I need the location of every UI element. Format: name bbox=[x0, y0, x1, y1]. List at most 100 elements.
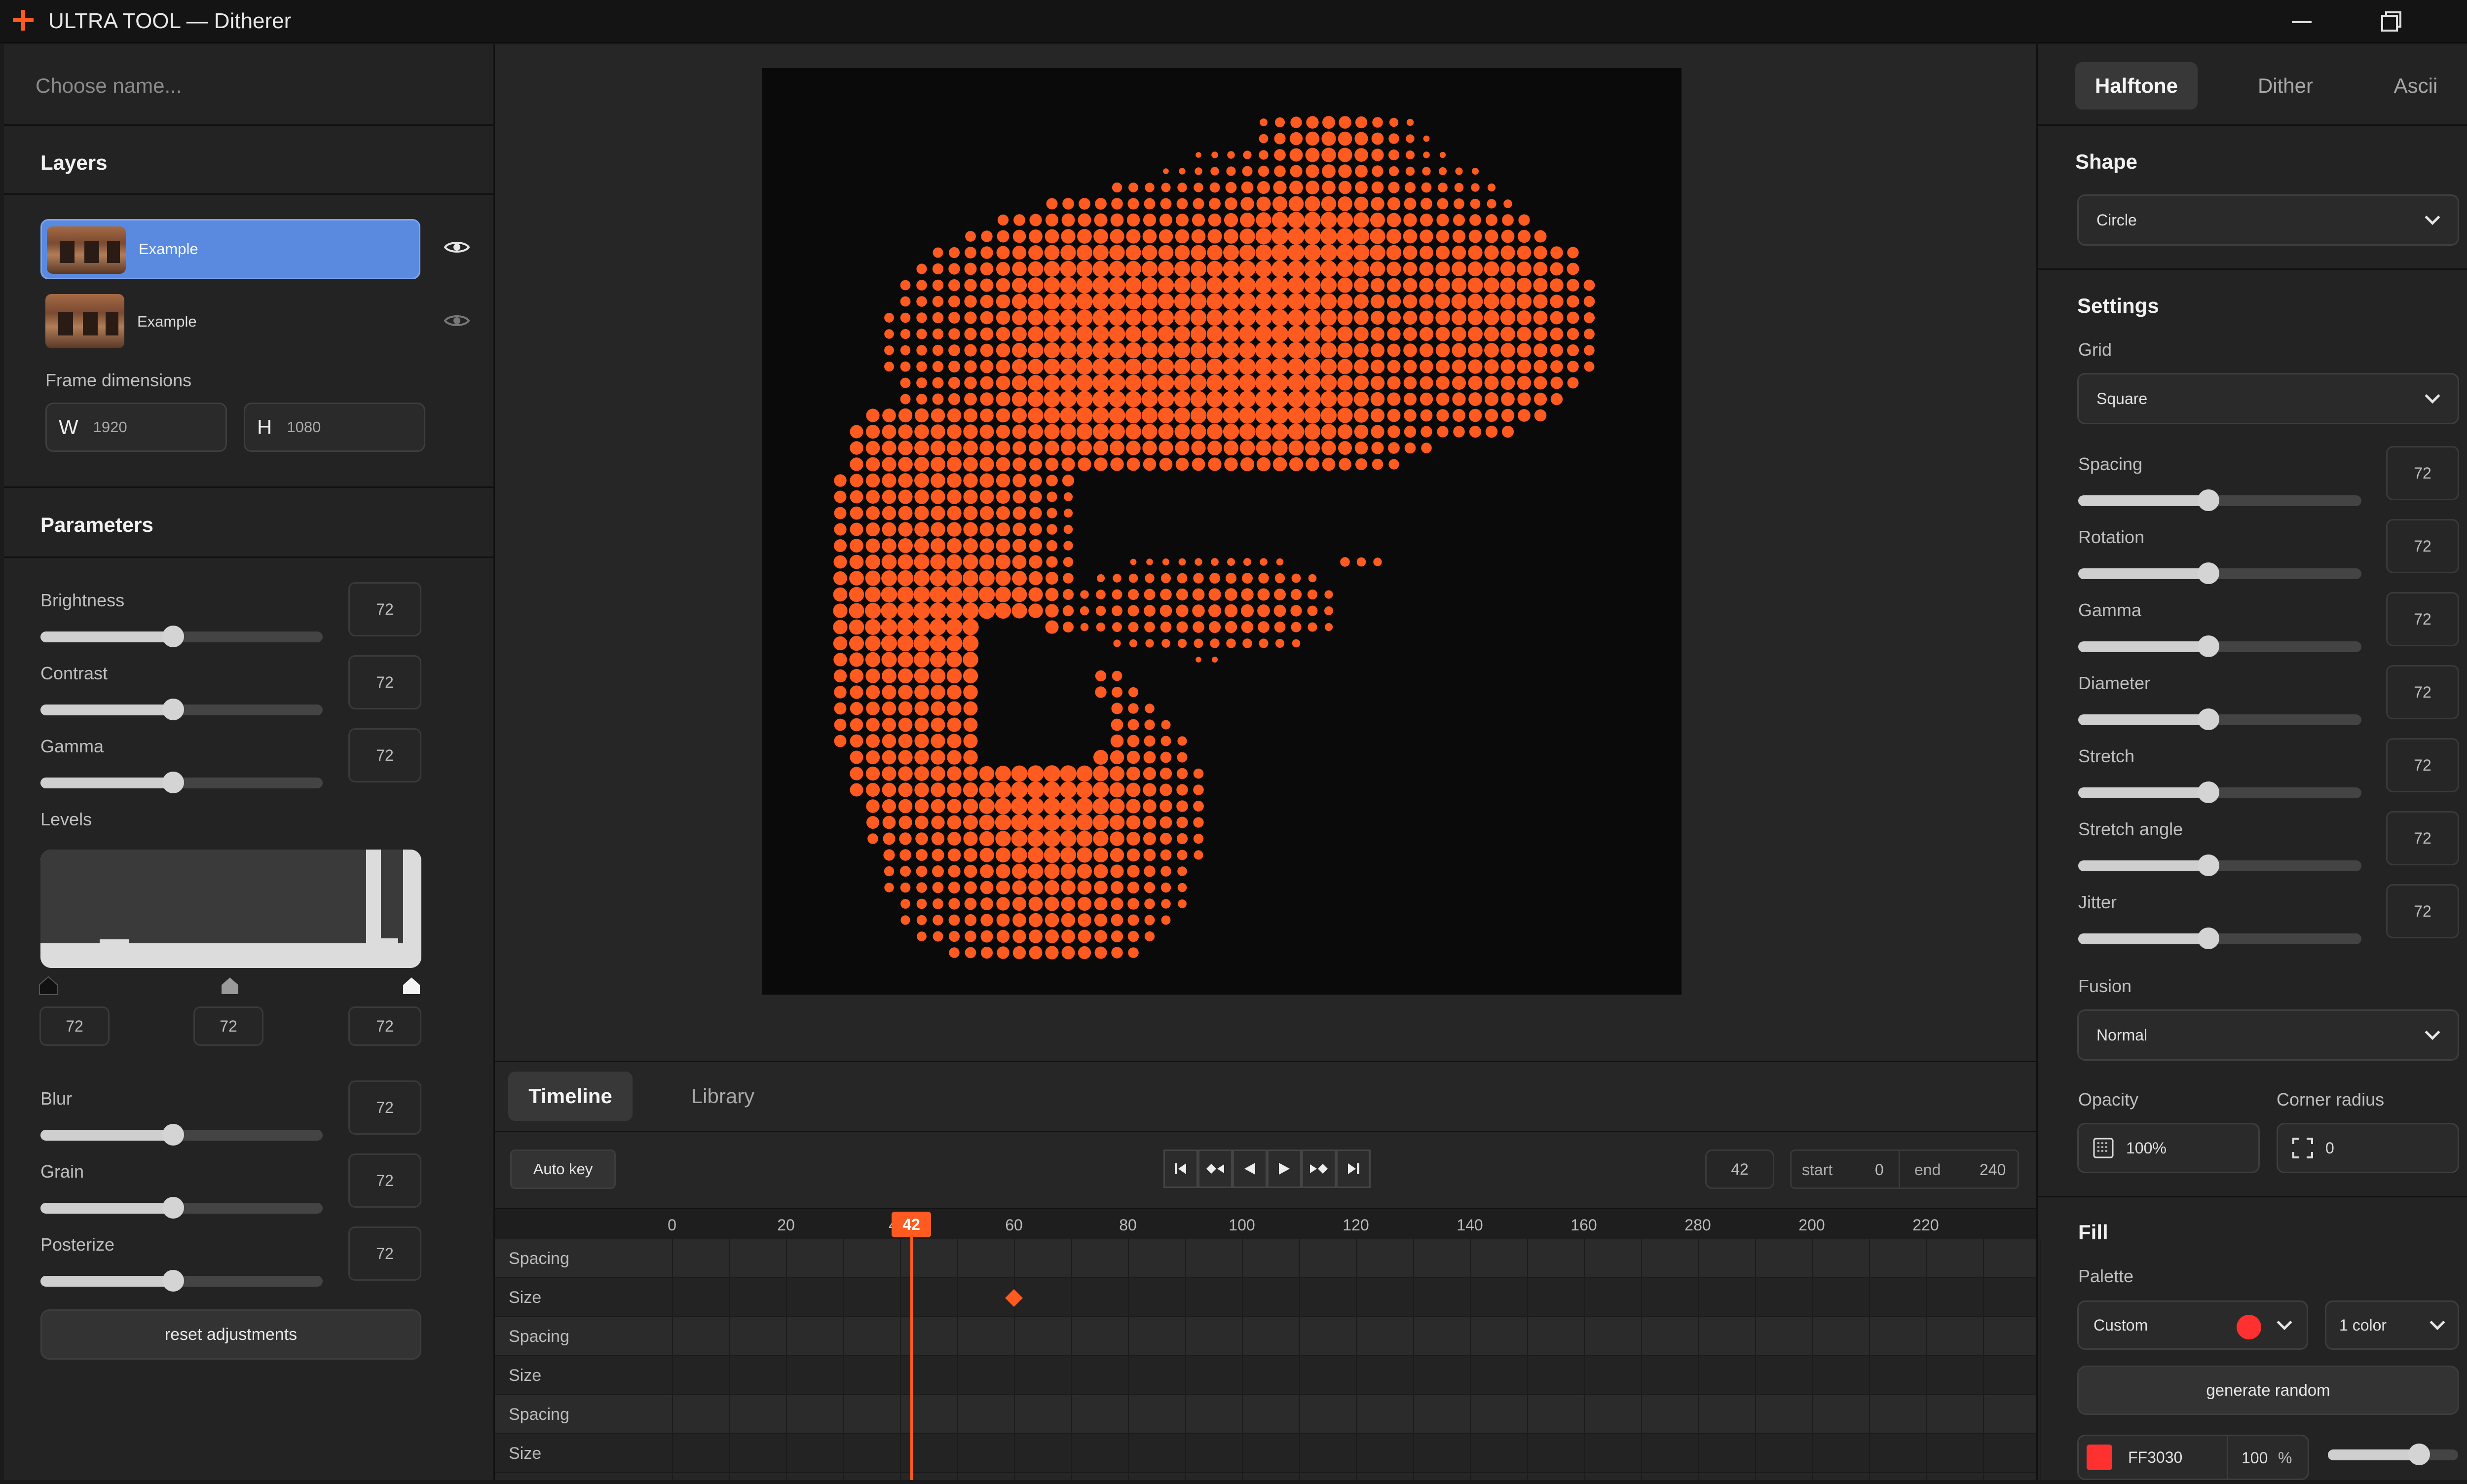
param-value-input[interactable]: 72 bbox=[348, 655, 421, 709]
track-row[interactable]: Spacing bbox=[495, 1317, 2036, 1356]
slider-thumb[interactable] bbox=[162, 626, 184, 647]
slider-thumb[interactable] bbox=[162, 1124, 184, 1146]
skip-start-button[interactable] bbox=[1163, 1150, 1198, 1188]
slider-thumb[interactable] bbox=[162, 699, 184, 720]
playhead-line[interactable] bbox=[910, 1212, 913, 1480]
track-row[interactable]: Spacing bbox=[495, 1395, 2036, 1434]
param-value-input[interactable]: 72 bbox=[348, 728, 421, 782]
halftone-dot bbox=[979, 489, 994, 504]
slider-thumb[interactable] bbox=[2198, 854, 2220, 876]
param-slider[interactable] bbox=[2078, 562, 2361, 584]
halftone-dot bbox=[1305, 131, 1320, 146]
param-slider[interactable] bbox=[40, 1197, 323, 1219]
reset-adjustments-button[interactable]: reset adjustments bbox=[40, 1309, 421, 1360]
color-swatch-row[interactable]: FF3030 100 % bbox=[2077, 1435, 2309, 1480]
param-slider[interactable] bbox=[40, 772, 323, 793]
slider-thumb[interactable] bbox=[2198, 781, 2220, 803]
tab-halftone[interactable]: Halftone bbox=[2075, 62, 2198, 110]
param-value-input[interactable]: 72 bbox=[348, 582, 421, 636]
param-value-input[interactable]: 72 bbox=[2386, 519, 2459, 573]
track-row[interactable]: Size bbox=[495, 1434, 2036, 1473]
height-field[interactable]: H 1080 bbox=[244, 403, 425, 452]
eye-hidden-icon[interactable] bbox=[444, 312, 470, 329]
param-value-input[interactable]: 72 bbox=[348, 1153, 421, 1208]
track-row[interactable]: Size bbox=[495, 1356, 2036, 1395]
param-slider[interactable] bbox=[2078, 708, 2361, 730]
playhead-label[interactable]: 42 bbox=[892, 1212, 932, 1237]
auto-key-button[interactable]: Auto key bbox=[510, 1150, 616, 1189]
skip-end-button[interactable] bbox=[1336, 1150, 1371, 1188]
layer-item-selected[interactable]: Example bbox=[40, 219, 420, 279]
minimize-button[interactable] bbox=[2265, 5, 2339, 39]
shape-select[interactable]: Circle bbox=[2077, 194, 2459, 246]
param-slider[interactable] bbox=[40, 626, 323, 647]
param-value-input[interactable]: 72 bbox=[2386, 446, 2459, 500]
param-value-input[interactable]: 72 bbox=[2386, 884, 2459, 938]
slider-thumb[interactable] bbox=[2198, 635, 2220, 657]
eye-icon[interactable] bbox=[444, 239, 470, 256]
color-swatch[interactable] bbox=[2087, 1445, 2112, 1470]
tab-dither[interactable]: Dither bbox=[2230, 62, 2341, 110]
levels-mid-handle[interactable] bbox=[220, 976, 240, 996]
corner-radius-input[interactable]: 0 bbox=[2277, 1123, 2459, 1173]
param-slider[interactable] bbox=[40, 1270, 323, 1292]
restore-button[interactable] bbox=[2354, 5, 2428, 39]
param-value-input[interactable]: 72 bbox=[348, 1080, 421, 1135]
keyframe-diamond[interactable] bbox=[1003, 1287, 1025, 1309]
current-frame-input[interactable]: 42 bbox=[1705, 1150, 1774, 1189]
halftone-dot bbox=[931, 750, 945, 765]
param-value-input[interactable]: 72 bbox=[2386, 592, 2459, 646]
slider-thumb[interactable] bbox=[2198, 708, 2220, 730]
layer-item[interactable]: Example bbox=[40, 292, 420, 351]
param-slider[interactable] bbox=[2078, 635, 2361, 657]
slider-thumb[interactable] bbox=[162, 772, 184, 793]
param-value-input[interactable]: 72 bbox=[2386, 811, 2459, 865]
color-count-select[interactable]: 1 color bbox=[2325, 1300, 2459, 1350]
color-hex-input[interactable]: FF3030 bbox=[2128, 1448, 2182, 1467]
alpha-slider[interactable] bbox=[2328, 1444, 2458, 1465]
next-key-button[interactable] bbox=[1302, 1150, 1336, 1188]
param-slider[interactable] bbox=[40, 699, 323, 720]
levels-white-handle[interactable] bbox=[402, 976, 421, 996]
fusion-select[interactable]: Normal bbox=[2077, 1009, 2459, 1061]
track-row[interactable]: Size bbox=[495, 1278, 2036, 1317]
levels-mid-input[interactable]: 72 bbox=[193, 1006, 263, 1046]
close-button[interactable] bbox=[2447, 5, 2467, 39]
slider-thumb[interactable] bbox=[2198, 489, 2220, 511]
halftone-dot bbox=[865, 750, 880, 765]
param-slider[interactable] bbox=[2078, 489, 2361, 511]
play-button[interactable] bbox=[1267, 1150, 1302, 1188]
track-row[interactable]: Spacing bbox=[495, 1239, 2036, 1278]
opacity-input[interactable]: 100% bbox=[2077, 1123, 2260, 1173]
tab-ascii[interactable]: Ascii bbox=[2366, 62, 2465, 110]
start-input[interactable]: 0 bbox=[1875, 1161, 1884, 1179]
param-value-input[interactable]: 72 bbox=[2386, 665, 2459, 719]
grid-select[interactable]: Square bbox=[2077, 373, 2459, 424]
param-slider[interactable] bbox=[2078, 781, 2361, 803]
tab-timeline[interactable]: Timeline bbox=[508, 1072, 633, 1121]
param-slider[interactable] bbox=[2078, 928, 2361, 949]
slider-thumb[interactable] bbox=[2198, 562, 2220, 584]
name-input[interactable]: Choose name... bbox=[36, 74, 182, 98]
param-slider[interactable] bbox=[40, 1124, 323, 1146]
levels-white-input[interactable]: 72 bbox=[348, 1006, 421, 1046]
tab-library[interactable]: Library bbox=[651, 1072, 794, 1121]
width-field[interactable]: W 1920 bbox=[45, 403, 227, 452]
slider-thumb[interactable] bbox=[2198, 928, 2220, 949]
halftone-dot bbox=[1092, 342, 1109, 359]
end-input[interactable]: 240 bbox=[1980, 1161, 2006, 1179]
param-value-input[interactable]: 72 bbox=[348, 1226, 421, 1281]
slider-thumb[interactable] bbox=[162, 1197, 184, 1219]
palette-select[interactable]: Custom bbox=[2077, 1300, 2308, 1350]
levels-black-input[interactable]: 72 bbox=[39, 1006, 110, 1046]
prev-key-button[interactable] bbox=[1198, 1150, 1233, 1188]
halftone-canvas[interactable] bbox=[762, 68, 1682, 995]
play-reverse-button[interactable] bbox=[1233, 1150, 1267, 1188]
param-value-input[interactable]: 72 bbox=[2386, 738, 2459, 792]
slider-thumb[interactable] bbox=[2408, 1444, 2430, 1465]
generate-random-button[interactable]: generate random bbox=[2077, 1366, 2459, 1415]
param-slider[interactable] bbox=[2078, 854, 2361, 876]
levels-black-handle[interactable] bbox=[38, 976, 58, 996]
color-alpha-input[interactable]: 100 bbox=[2242, 1449, 2268, 1467]
slider-thumb[interactable] bbox=[162, 1270, 184, 1292]
